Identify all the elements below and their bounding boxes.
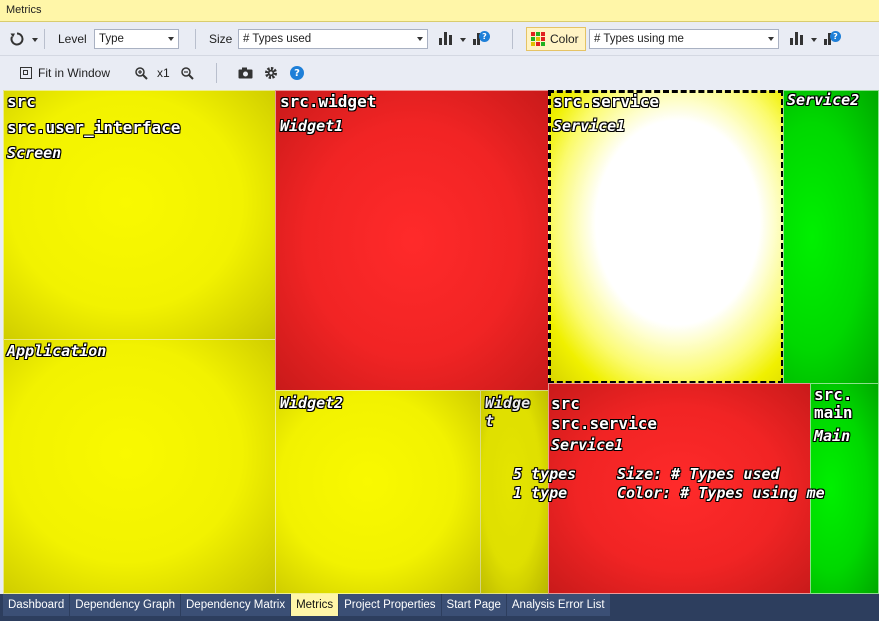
treemap-cell-screen[interactable]: src src.user_interface Screen	[3, 90, 276, 340]
tab-project-properties[interactable]: Project Properties	[339, 594, 442, 616]
treemap-cell-tooltip-red[interactable]	[548, 383, 811, 594]
tab-dependency-graph[interactable]: Dependency Graph	[70, 594, 181, 616]
window-title: Metrics	[0, 0, 879, 22]
type-label-widget2: Widget2	[280, 394, 344, 412]
help-icon[interactable]: ?	[288, 65, 306, 81]
refresh-dropdown-icon[interactable]	[32, 38, 38, 42]
zoom-in-icon[interactable]	[133, 65, 149, 81]
size-label: Size	[209, 32, 233, 46]
divider	[44, 29, 45, 49]
color-grid-icon	[531, 32, 545, 46]
package-label-main: src. main	[814, 385, 853, 422]
chevron-down-icon	[417, 37, 423, 41]
metrics-toolbar: Level Type Size # Types used ? Color # T…	[0, 22, 879, 56]
view-toolbar: Fit in Window x1 ?	[0, 57, 879, 89]
gear-icon[interactable]	[262, 65, 280, 81]
type-label-main: Main	[814, 427, 851, 445]
color-toggle-button[interactable]: Color	[526, 27, 586, 51]
fit-window-icon	[20, 67, 32, 79]
size-metric-value: # Types used	[243, 33, 312, 45]
tab-metrics[interactable]: Metrics	[291, 594, 340, 616]
treemap-cell-widget3[interactable]: Widge t	[480, 390, 550, 594]
treemap-cell-application[interactable]: Application	[3, 339, 276, 594]
treemap-cell-main[interactable]: src. main Main	[810, 383, 879, 594]
size-chart-icon[interactable]	[439, 32, 453, 45]
treemap-cell-service1-selected[interactable]: src.service Service1	[548, 90, 784, 384]
level-select-value: Type	[99, 33, 124, 45]
color-metric-value: # Types using me	[594, 33, 684, 45]
color-label: Color	[550, 32, 579, 46]
tab-dependency-matrix[interactable]: Dependency Matrix	[181, 594, 292, 616]
color-metric-select[interactable]: # Types using me	[589, 29, 779, 49]
divider	[216, 63, 217, 83]
package-label-service: src.service	[553, 92, 659, 111]
level-select[interactable]: Type	[94, 29, 179, 49]
divider	[512, 29, 513, 49]
size-options-dropdown-icon[interactable]	[460, 38, 466, 42]
divider	[195, 29, 196, 49]
fit-in-window-label: Fit in Window	[38, 66, 111, 80]
type-label-application: Application	[7, 342, 107, 360]
package-label-src: src	[7, 92, 36, 111]
zoom-out-icon[interactable]	[179, 65, 195, 81]
fit-in-window-button[interactable]: Fit in Window	[20, 66, 110, 80]
size-help-icon[interactable]: ?	[473, 31, 491, 47]
size-metric-select[interactable]: # Types used	[238, 29, 428, 49]
level-label: Level	[58, 32, 87, 46]
package-label-widget: src.widget	[280, 92, 377, 111]
tab-start-page[interactable]: Start Page	[441, 594, 507, 616]
color-chart-icon[interactable]	[790, 32, 804, 45]
type-label-service1: Service1	[553, 117, 626, 135]
metrics-treemap[interactable]: src src.user_interface Screen Applicatio…	[3, 90, 879, 594]
treemap-cell-widget1[interactable]: src.widget Widget1	[275, 90, 549, 391]
color-help-icon[interactable]: ?	[824, 31, 842, 47]
zoom-level: x1	[157, 66, 170, 80]
treemap-cell-widget2[interactable]: Widget2	[275, 390, 481, 594]
package-label-user-interface: src.user_interface	[7, 118, 181, 137]
color-options-dropdown-icon[interactable]	[811, 38, 817, 42]
type-label-service2: Service2	[787, 91, 860, 109]
chevron-down-icon	[768, 37, 774, 41]
treemap-cell-service2[interactable]: Service2	[783, 90, 879, 384]
camera-icon[interactable]	[236, 65, 254, 81]
type-label-widget1: Widget1	[280, 117, 344, 135]
tab-analysis-error-list[interactable]: Analysis Error List	[506, 594, 611, 616]
refresh-icon[interactable]	[8, 30, 26, 48]
type-label-widget3: Widge t	[485, 394, 531, 430]
type-label-screen: Screen	[7, 144, 62, 162]
tab-dashboard[interactable]: Dashboard	[3, 594, 71, 616]
document-tab-bar: Dashboard Dependency Graph Dependency Ma…	[0, 594, 879, 621]
chevron-down-icon	[168, 37, 174, 41]
